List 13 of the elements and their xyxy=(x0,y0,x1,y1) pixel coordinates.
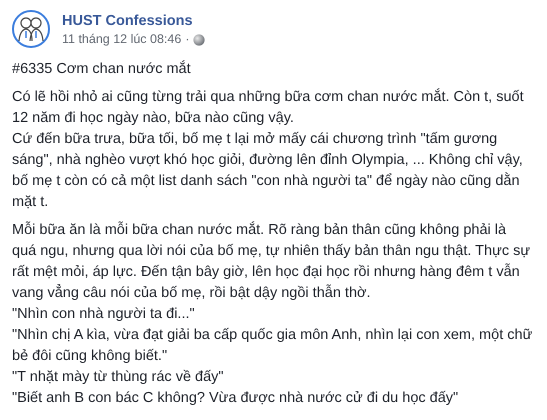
page-name-link[interactable]: HUST Confessions xyxy=(62,12,193,30)
separator-dot: · xyxy=(185,31,190,48)
post-text: "Nhìn con nhà người ta đi..." xyxy=(12,305,196,324)
post-text: "Biết anh B con bác C không? Vừa được nhà nước cử đi du học đấy" xyxy=(12,389,460,408)
globe-icon[interactable] xyxy=(193,34,206,46)
post-text: Cứ đến bữa trưa, bữa tối, bố mẹ t lại mở mấy cái chương trình "tấm gương sáng", nhà nghèo vượt khó học giỏi, đường lên đỉnh Olympia, ... Không chỉ vậy, bố mẹ t còn có cả một list danh sách "con nhà người ta" để ngày nào cũng dằn mặt t. xyxy=(12,130,524,212)
post-text: Có lẽ hồi nhỏ ai cũng từng trải qua những bữa cơm chan nước mắt. Còn t, suốt 12 năm đi học ngày nào, bữa nào cũng vậy. xyxy=(12,87,525,128)
post-text: #6335 Cơm chan nước mắt xyxy=(12,59,192,79)
timestamp-link[interactable]: 11 tháng 12 lúc 08:46 xyxy=(62,31,182,48)
post-text: "Nhìn chị A kìa, vừa đạt giải ba cấp quốc gia môn Anh, nhìn lại con xem, một chữ bẻ đôi cũng không biết." xyxy=(12,326,533,366)
avatar-icon[interactable] xyxy=(12,10,50,48)
post-text: "T nhặt mày từ thùng rác về đấy" xyxy=(12,368,225,387)
post-text: Mỗi bữa ăn là mỗi bữa chan nước mắt. Rõ ràng bản thân cũng không phải là quá ngu, nhưng qua lời nói của bố mẹ, tự nhiên thấy bản thân ngu thật. Thực sự rất mệt mỏi, áp lực. Đến tận bây giờ, lên học đại học rồi nhưng hàng đêm t vẫn vang vẳng câu nói của bố mẹ, rồi bật dậy ngồi thẫn thờ. xyxy=(12,220,532,303)
